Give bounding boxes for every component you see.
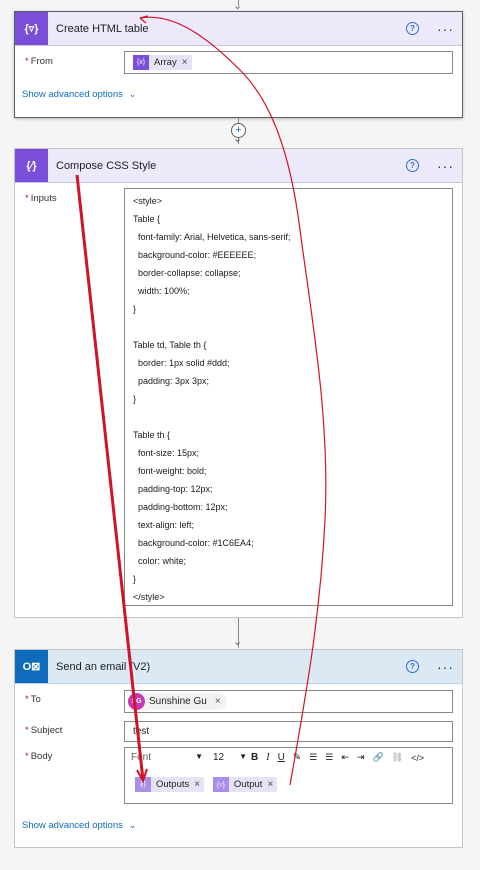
annotation-curve	[139, 16, 327, 786]
annotation-thick-line	[75, 174, 145, 781]
annotation-overlay	[75, 15, 327, 786]
